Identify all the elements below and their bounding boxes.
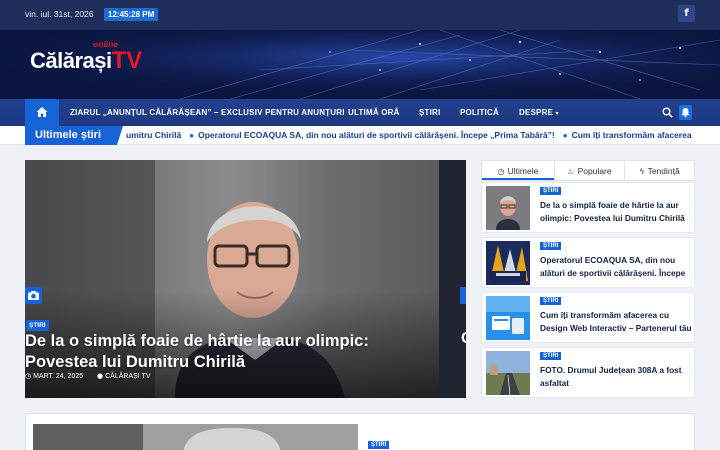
featured-meta: ◷ MART. 24, 2025 ● CĂLĂRAȘI TV [25,372,151,380]
article-card[interactable]: ȘTIRI [25,413,695,450]
featured-author[interactable]: CĂLĂRAȘI TV [105,373,150,380]
bullet-icon: ● [562,131,568,140]
featured-date: MART. 24, 2025 [33,373,84,380]
camera-icon [460,287,466,304]
article-thumbnail [33,424,358,450]
main-nav: ZIARUL „ANUNȚUL CĂLĂRĂȘEAN” – EXCLUSIV P… [0,99,720,127]
clock-icon: ◷ [25,372,32,380]
clock-icon: ◷ [497,167,505,176]
post-thumbnail [486,296,530,340]
fire-icon: ♨ [567,167,575,176]
user-icon: ● [97,372,104,380]
featured-slider[interactable]: ȘTIRI De la o simplă foaie de hârtie la … [25,160,466,398]
bolt-icon: ϟ [639,167,645,176]
post-thumbnail [486,351,530,395]
post-title[interactable]: Operatorul ECOAQUA SA, din nou alături d… [540,254,692,282]
post-title[interactable]: De la o simplă foaie de hârtie la aur ol… [540,199,692,227]
logo-tv: TV [111,47,143,74]
next-slide-title: C [461,330,466,348]
featured-title[interactable]: De la o simplă foaie de hârtie la aur ol… [25,331,425,373]
bell-icon[interactable] [679,105,692,120]
category-badge[interactable]: ȘTIRI [26,320,49,331]
logo-name: Călărași [30,48,112,73]
nav-item-stiri[interactable]: ȘTIRI [419,108,440,117]
nav-item-politica[interactable]: POLITICĂ [460,108,499,117]
category-badge[interactable]: ȘTIRI [368,441,390,449]
bullet-icon: ● [189,131,195,140]
facebook-icon[interactable]: f [678,5,695,22]
tab-populare[interactable]: ♨ Populare [554,161,624,180]
ticker-label: Ultimele știri [25,126,117,145]
ticker-label-arrow [117,126,123,145]
ticker-track: umitru Chirilă ● Operatorul ECOAQUA SA, di… [126,130,720,140]
tab-label: Tendință [647,166,680,176]
category-badge[interactable]: ȘTIRI [540,242,562,250]
next-slide-preview[interactable] [439,160,466,398]
home-icon [36,107,48,117]
sidebar-post[interactable]: ȘTIRI FOTO. Drumul Județean 308A a fost … [481,347,695,398]
tab-tendinta[interactable]: ϟ Tendință [624,161,694,180]
sidebar-post[interactable]: ȘTIRI Cum îți transformăm afacerea cu De… [481,292,695,343]
post-thumbnail [486,241,530,285]
category-badge[interactable]: ȘTIRI [540,297,562,305]
nav-item-despre[interactable]: DESPRE ▾ [519,108,559,117]
post-title[interactable]: Cum îți transformăm afacerea cu Design W… [540,309,692,337]
tab-label: Ultimele [507,166,539,176]
post-thumbnail [486,186,530,230]
post-title[interactable]: FOTO. Drumul Județean 308A a fost asfalt… [540,364,692,392]
nav-item-ziarul[interactable]: ZIARUL „ANUNȚUL CĂLĂRĂȘEAN” – EXCLUSIV P… [70,108,345,117]
tab-label: Populare [577,166,612,176]
clock-badge: 12:45:28 PM [104,8,159,21]
nav-item-despre-label: DESPRE [519,108,554,117]
camera-icon [25,287,42,304]
sidebar-post[interactable]: ȘTIRI Operatorul ECOAQUA SA, din nou ală… [481,237,695,288]
chevron-down-icon: ▾ [555,110,559,117]
nav-item-ultima-ora[interactable]: ULTIMĂ ORĂ [348,108,400,117]
sidebar-tabs: ◷ Ultimele ♨ Populare ϟ Tendință [481,160,695,181]
site-logo[interactable]: online CălărașiTV [30,39,143,75]
sidebar-post[interactable]: ȘTIRI De la o simplă foaie de hârtie la … [481,182,695,233]
sidebar-widget: ◷ Ultimele ♨ Populare ϟ Tendință ȘTIRI De l… [481,160,695,398]
news-ticker: Ultimele știri umitru Chirilă ● Operatorul… [0,126,720,145]
ticker-item[interactable]: umitru Chirilă [126,130,181,140]
top-bar: vin. iul. 31st, 2026 12:45:28 PM f [0,0,720,30]
tab-ultimele[interactable]: ◷ Ultimele [482,161,554,180]
category-badge[interactable]: ȘTIRI [540,187,562,195]
ticker-item[interactable]: Cum îți transformăm afacerea [572,130,692,140]
search-icon[interactable] [662,107,673,118]
logo-online: online [93,39,119,49]
ticker-item[interactable]: Operatorul ECOAQUA SA, din nou alături d… [198,130,555,140]
home-button[interactable] [25,99,59,127]
category-badge[interactable]: ȘTIRI [540,352,562,360]
current-date: vin. iul. 31st, 2026 [25,9,94,19]
